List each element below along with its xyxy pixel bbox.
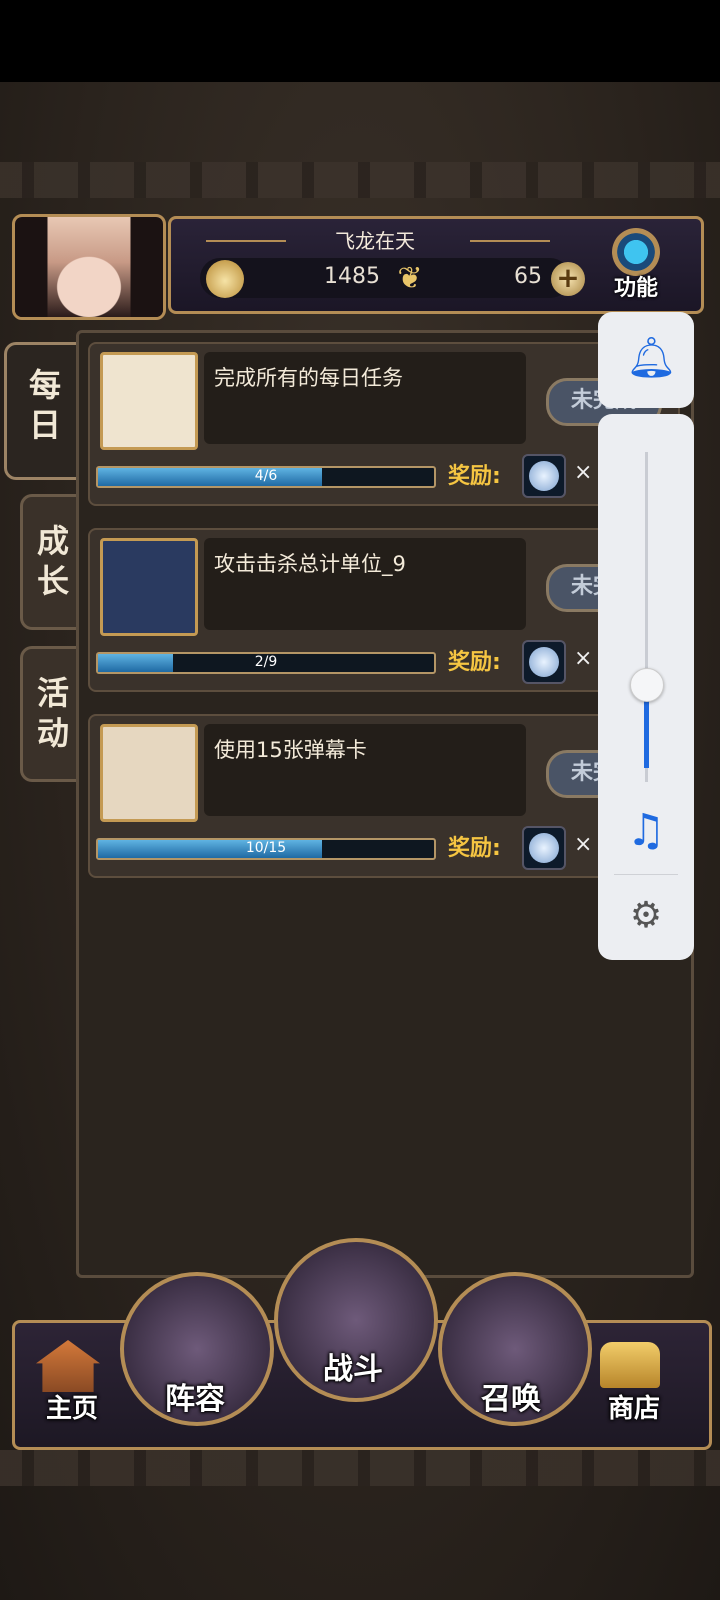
nav-summon[interactable]: 召唤 xyxy=(456,1374,566,1418)
tab-growth-label: 成长 xyxy=(36,522,69,600)
reward-label: 奖励: xyxy=(448,650,501,675)
tab-growth[interactable]: 成长 xyxy=(20,494,83,630)
flame-count: 1485 xyxy=(324,264,380,289)
nav-lineup[interactable]: 阵容 xyxy=(140,1374,250,1418)
gem-count: 65 xyxy=(514,264,542,289)
tab-event-label: 活动 xyxy=(36,674,69,752)
volume-slider-thumb[interactable] xyxy=(630,668,664,702)
task-description: 攻击击杀总计单位_9 xyxy=(204,538,526,630)
task-card: 使用15张弹幕卡 未完成 10/15 奖励: × 60 xyxy=(88,714,680,878)
task-thumbnail-crystal xyxy=(100,538,198,636)
bell-icon[interactable]: 🔔︎ xyxy=(626,336,677,380)
tab-event[interactable]: 活动 xyxy=(20,646,83,782)
player-avatar[interactable] xyxy=(12,214,166,320)
coin-icon xyxy=(522,640,566,684)
task-card: 攻击击杀总计单位_9 未完成 2/9 奖励: × 60 xyxy=(88,528,680,692)
volume-slider-fill xyxy=(644,698,649,768)
flame-icon xyxy=(206,260,244,298)
reward-label: 奖励: xyxy=(448,836,501,861)
panel-divider xyxy=(614,874,678,875)
task-description: 使用15张弹幕卡 xyxy=(204,724,526,816)
nav-home[interactable]: 主页 xyxy=(30,1388,114,1425)
player-name: 飞龙在天 xyxy=(335,229,415,253)
tab-daily-label: 每日 xyxy=(28,366,61,444)
task-thumbnail-bear xyxy=(100,724,198,822)
task-thumbnail-girl xyxy=(100,352,198,450)
gear-icon xyxy=(612,228,660,276)
task-description: 完成所有的每日任务 xyxy=(204,352,526,444)
reward-label: 奖励: xyxy=(448,464,501,489)
music-note-icon[interactable]: ♫ xyxy=(622,806,670,856)
nav-shop[interactable]: 商店 xyxy=(592,1388,676,1425)
task-card: 完成所有的每日任务 未完成 4/6 奖励: × 100 xyxy=(88,342,680,506)
progress-text: 10/15 xyxy=(245,840,287,856)
ornament-band-bottom xyxy=(0,1450,720,1486)
task-progress-bar: 4/6 xyxy=(96,466,436,488)
ornament-band-top xyxy=(0,162,720,198)
task-progress-bar: 2/9 xyxy=(96,652,436,674)
function-label: 功能 xyxy=(613,276,658,301)
settings-icon[interactable]: ⚙ xyxy=(624,894,668,938)
progress-text: 2/9 xyxy=(254,654,278,670)
nav-battle[interactable]: 战斗 xyxy=(300,1344,406,1388)
treasure-chest-icon xyxy=(600,1342,660,1388)
progress-text: 4/6 xyxy=(254,468,278,484)
add-currency-button[interactable]: + xyxy=(551,262,585,296)
coin-icon xyxy=(522,454,566,498)
coin-icon xyxy=(522,826,566,870)
task-progress-bar: 10/15 xyxy=(96,838,436,860)
tab-daily[interactable]: 每日 xyxy=(4,342,83,480)
butterfly-icon: ❦ xyxy=(397,261,423,296)
